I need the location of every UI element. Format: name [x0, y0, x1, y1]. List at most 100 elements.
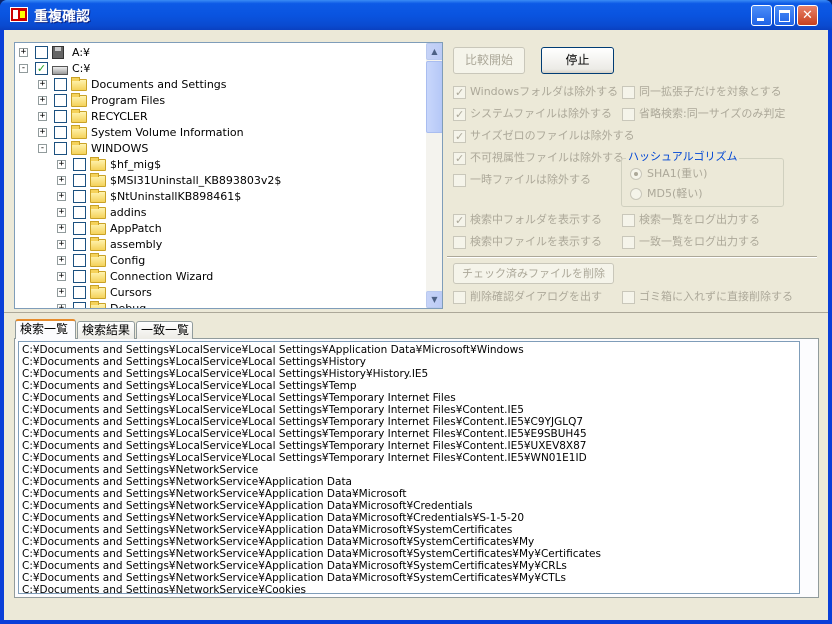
list-scroll-up-button[interactable]: ▲	[799, 342, 800, 359]
expand-icon[interactable]: +	[57, 272, 66, 281]
tree-node-checkbox[interactable]	[54, 142, 67, 155]
list-item[interactable]: C:¥Documents and Settings¥NetworkService…	[22, 560, 567, 572]
tree-node[interactable]: + Documents and Settings	[15, 77, 426, 93]
expand-icon[interactable]: +	[57, 304, 66, 308]
list-scrollbar[interactable]: ▲ ▼	[799, 342, 800, 593]
expand-icon[interactable]: +	[57, 192, 66, 201]
app-icon[interactable]	[10, 7, 28, 22]
expand-icon[interactable]: +	[38, 128, 47, 137]
title-bar[interactable]: 重複確認 ✕	[0, 0, 832, 30]
tab-match-list[interactable]: 一致一覧	[136, 321, 193, 339]
checkbox-box[interactable]	[453, 213, 466, 229]
expand-icon[interactable]: +	[38, 96, 47, 105]
checkbox-box[interactable]	[622, 108, 635, 121]
checkbox-box[interactable]	[453, 151, 466, 167]
tree-node-checkbox[interactable]	[73, 254, 86, 267]
tree-node-checkbox[interactable]	[73, 174, 86, 187]
tree-node[interactable]: + Cursors	[15, 285, 426, 301]
expand-icon[interactable]: +	[57, 256, 66, 265]
checkbox-box[interactable]	[453, 129, 466, 145]
tree-node[interactable]: + AppPatch	[15, 221, 426, 237]
list-item[interactable]: C:¥Documents and Settings¥NetworkService…	[22, 512, 524, 524]
tree-node[interactable]: + Config	[15, 253, 426, 269]
pane-splitter[interactable]	[4, 312, 828, 313]
tree-node-checkbox[interactable]	[54, 126, 67, 139]
list-item[interactable]: C:¥Documents and Settings¥LocalService¥L…	[22, 452, 587, 464]
expand-icon[interactable]: +	[57, 208, 66, 217]
tree-node[interactable]: + $MSI31Uninstall_KB893803v2$	[15, 173, 426, 189]
tree-scrollbar[interactable]: ▲ ▼	[426, 43, 442, 308]
list-item[interactable]: C:¥Documents and Settings¥LocalService¥L…	[22, 404, 524, 416]
expand-icon[interactable]: +	[57, 288, 66, 297]
radio-circle[interactable]	[630, 188, 642, 200]
expand-icon[interactable]: +	[57, 176, 66, 185]
checkbox-box[interactable]	[453, 107, 466, 123]
expand-icon[interactable]: +	[57, 160, 66, 169]
list-item[interactable]: C:¥Documents and Settings¥NetworkService…	[22, 536, 534, 548]
minimize-button[interactable]	[751, 5, 772, 26]
tree-node[interactable]: + Debug	[15, 301, 426, 308]
tree-node-checkbox[interactable]: ✓	[35, 62, 48, 75]
tree-node-checkbox[interactable]	[73, 238, 86, 251]
tree-scroll-down-button[interactable]: ▼	[426, 291, 442, 308]
list-item[interactable]: C:¥Documents and Settings¥NetworkService…	[22, 524, 512, 536]
checkbox-box[interactable]	[453, 174, 466, 187]
tree-node-checkbox[interactable]	[73, 222, 86, 235]
checkbox-box[interactable]	[453, 236, 466, 249]
radio-circle[interactable]	[630, 168, 642, 180]
expand-icon[interactable]: +	[57, 224, 66, 233]
stop-button[interactable]: 停止	[541, 47, 614, 74]
tab-search-list[interactable]: 検索一覧	[15, 319, 76, 339]
tree-node[interactable]: + $NtUninstallKB898461$	[15, 189, 426, 205]
list-item[interactable]: C:¥Documents and Settings¥LocalService¥L…	[22, 416, 583, 428]
checkbox-box[interactable]	[622, 291, 635, 304]
collapse-icon[interactable]: -	[38, 144, 47, 153]
tree-node-checkbox[interactable]	[73, 158, 86, 171]
tree-node[interactable]: + addins	[15, 205, 426, 221]
search-log-list[interactable]: C:¥Documents and Settings¥LocalService¥L…	[18, 341, 800, 594]
compare-start-button[interactable]: 比較開始	[453, 47, 525, 74]
list-item[interactable]: C:¥Documents and Settings¥NetworkService…	[22, 500, 473, 512]
expand-icon[interactable]: +	[38, 80, 47, 89]
tree-node-checkbox[interactable]	[54, 78, 67, 91]
collapse-icon[interactable]: -	[19, 64, 28, 73]
tree-node[interactable]: + Connection Wizard	[15, 269, 426, 285]
checkbox-box[interactable]	[453, 85, 466, 101]
tree-node-checkbox[interactable]	[54, 94, 67, 107]
tree-node[interactable]: - ✓ C:¥	[15, 61, 426, 77]
tree-node-checkbox[interactable]	[73, 206, 86, 219]
tree-scroll-thumb[interactable]	[426, 61, 442, 133]
tree-node[interactable]: + Program Files	[15, 93, 426, 109]
close-button[interactable]: ✕	[797, 5, 818, 26]
list-scroll-down-button[interactable]: ▼	[799, 576, 800, 593]
tree-scroll-up-button[interactable]: ▲	[426, 43, 442, 60]
expand-icon[interactable]: +	[57, 240, 66, 249]
tree-node[interactable]: + A:¥	[15, 45, 426, 61]
expand-icon[interactable]: +	[19, 48, 28, 57]
tab-search-results[interactable]: 検索結果	[77, 321, 135, 339]
list-item[interactable]: C:¥Documents and Settings¥LocalService¥L…	[22, 356, 366, 368]
list-item[interactable]: C:¥Documents and Settings¥LocalService¥L…	[22, 380, 357, 392]
checkbox-box[interactable]	[622, 236, 635, 249]
checkbox-box[interactable]	[622, 86, 635, 99]
list-item[interactable]: C:¥Documents and Settings¥NetworkService…	[22, 488, 406, 500]
tree-node-checkbox[interactable]	[73, 302, 86, 308]
tree-node-checkbox[interactable]	[54, 110, 67, 123]
folder-tree[interactable]: + A:¥ - ✓ C:¥ + Documents and Settings + Program…	[14, 42, 443, 309]
checkbox-box[interactable]	[453, 291, 466, 304]
list-item[interactable]: C:¥Documents and Settings¥LocalService¥L…	[22, 440, 587, 452]
list-item[interactable]: C:¥Documents and Settings¥LocalService¥L…	[22, 344, 524, 356]
checkbox-box[interactable]	[622, 214, 635, 227]
tree-node-checkbox[interactable]	[73, 190, 86, 203]
list-item[interactable]: C:¥Documents and Settings¥NetworkService	[22, 464, 258, 476]
tree-node-checkbox[interactable]	[73, 270, 86, 283]
list-item[interactable]: C:¥Documents and Settings¥NetworkService…	[22, 548, 601, 560]
delete-checked-files-button[interactable]: チェック済みファイルを削除	[453, 263, 614, 284]
tree-node[interactable]: + System Volume Information	[15, 125, 426, 141]
maximize-button[interactable]	[774, 5, 795, 26]
tree-node-checkbox[interactable]	[35, 46, 48, 59]
tree-node[interactable]: + $hf_mig$	[15, 157, 426, 173]
tree-node[interactable]: - WINDOWS	[15, 141, 426, 157]
list-scroll-thumb[interactable]	[799, 542, 800, 576]
list-item[interactable]: C:¥Documents and Settings¥LocalService¥L…	[22, 368, 428, 380]
